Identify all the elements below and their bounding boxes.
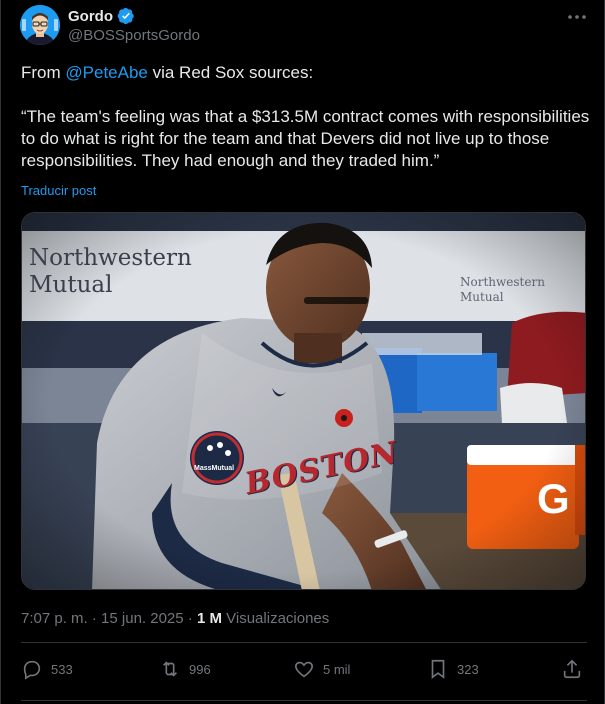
repost-count: 996	[189, 661, 211, 677]
patch-text: MassMutual	[194, 465, 235, 472]
like-count: 5 mil	[323, 661, 351, 677]
author-avatar[interactable]	[20, 5, 60, 45]
post-time[interactable]: 7:07 p. m.	[21, 610, 88, 627]
banner2-line2: Mutual	[460, 290, 504, 304]
more-icon[interactable]	[565, 8, 589, 26]
photo-banner2-text: Northwestern Mutual	[460, 275, 545, 305]
views-label: Visualizaciones	[221, 610, 330, 627]
post-quote: “The team's feeling was that a $313.5M c…	[21, 107, 590, 170]
cooler-letter: G	[537, 475, 570, 522]
left-border	[0, 0, 1, 704]
meta-separator: ·	[87, 610, 102, 627]
post-intro: From @PeteAbe via Red Sox sources:	[21, 62, 591, 84]
repost-button[interactable]: 996	[159, 658, 211, 680]
author-name-row[interactable]: Gordo	[68, 7, 135, 25]
post-meta: 7:07 p. m. · 15 jun. 2025 · 1 M Visualiz…	[21, 610, 329, 627]
share-button[interactable]	[561, 658, 583, 680]
reply-button[interactable]: 533	[21, 658, 73, 680]
share-icon[interactable]	[561, 658, 583, 680]
meta-separator-2: ·	[183, 610, 197, 627]
views-count: 1 M	[196, 610, 222, 627]
avatar-image	[20, 5, 60, 45]
post-text: From @PeteAbe via Red Sox sources: “The …	[21, 62, 591, 172]
banner2-line1: Northwestern	[460, 275, 545, 289]
bookmark-icon[interactable]	[427, 658, 449, 680]
repost-icon[interactable]	[159, 658, 181, 680]
banner-line2: Mutual	[29, 272, 113, 298]
post-spacer	[21, 84, 591, 106]
action-bar: 533 996 5 mil 323	[21, 658, 591, 682]
post-intro-suffix: via Red Sox sources:	[147, 63, 314, 82]
post-intro-prefix: From	[21, 63, 66, 82]
divider	[21, 642, 587, 643]
reply-count: 533	[51, 661, 73, 677]
author-handle[interactable]: @BOSSportsGordo	[68, 27, 200, 44]
like-icon[interactable]	[293, 658, 315, 680]
bookmark-button[interactable]: 323	[427, 658, 479, 680]
post-card[interactable]: Gordo @BOSSportsGordo From @PeteAbe via …	[0, 0, 605, 704]
post-photo[interactable]: Northwestern Mutual Northwestern Mutual …	[21, 212, 586, 590]
mention-link[interactable]: @PeteAbe	[65, 63, 147, 82]
bookmark-count: 323	[457, 661, 479, 677]
translate-link[interactable]: Traducir post	[21, 183, 96, 198]
author-display-name[interactable]: Gordo	[68, 8, 113, 25]
post-date[interactable]: 15 jun. 2025	[101, 610, 184, 627]
photo-banner-text: Northwestern Mutual	[29, 245, 192, 299]
reply-icon[interactable]	[21, 658, 43, 680]
bottom-divider	[21, 700, 587, 701]
verified-badge-icon[interactable]	[117, 7, 135, 25]
like-button[interactable]: 5 mil	[293, 658, 350, 680]
banner-line1: Northwestern	[29, 245, 192, 271]
